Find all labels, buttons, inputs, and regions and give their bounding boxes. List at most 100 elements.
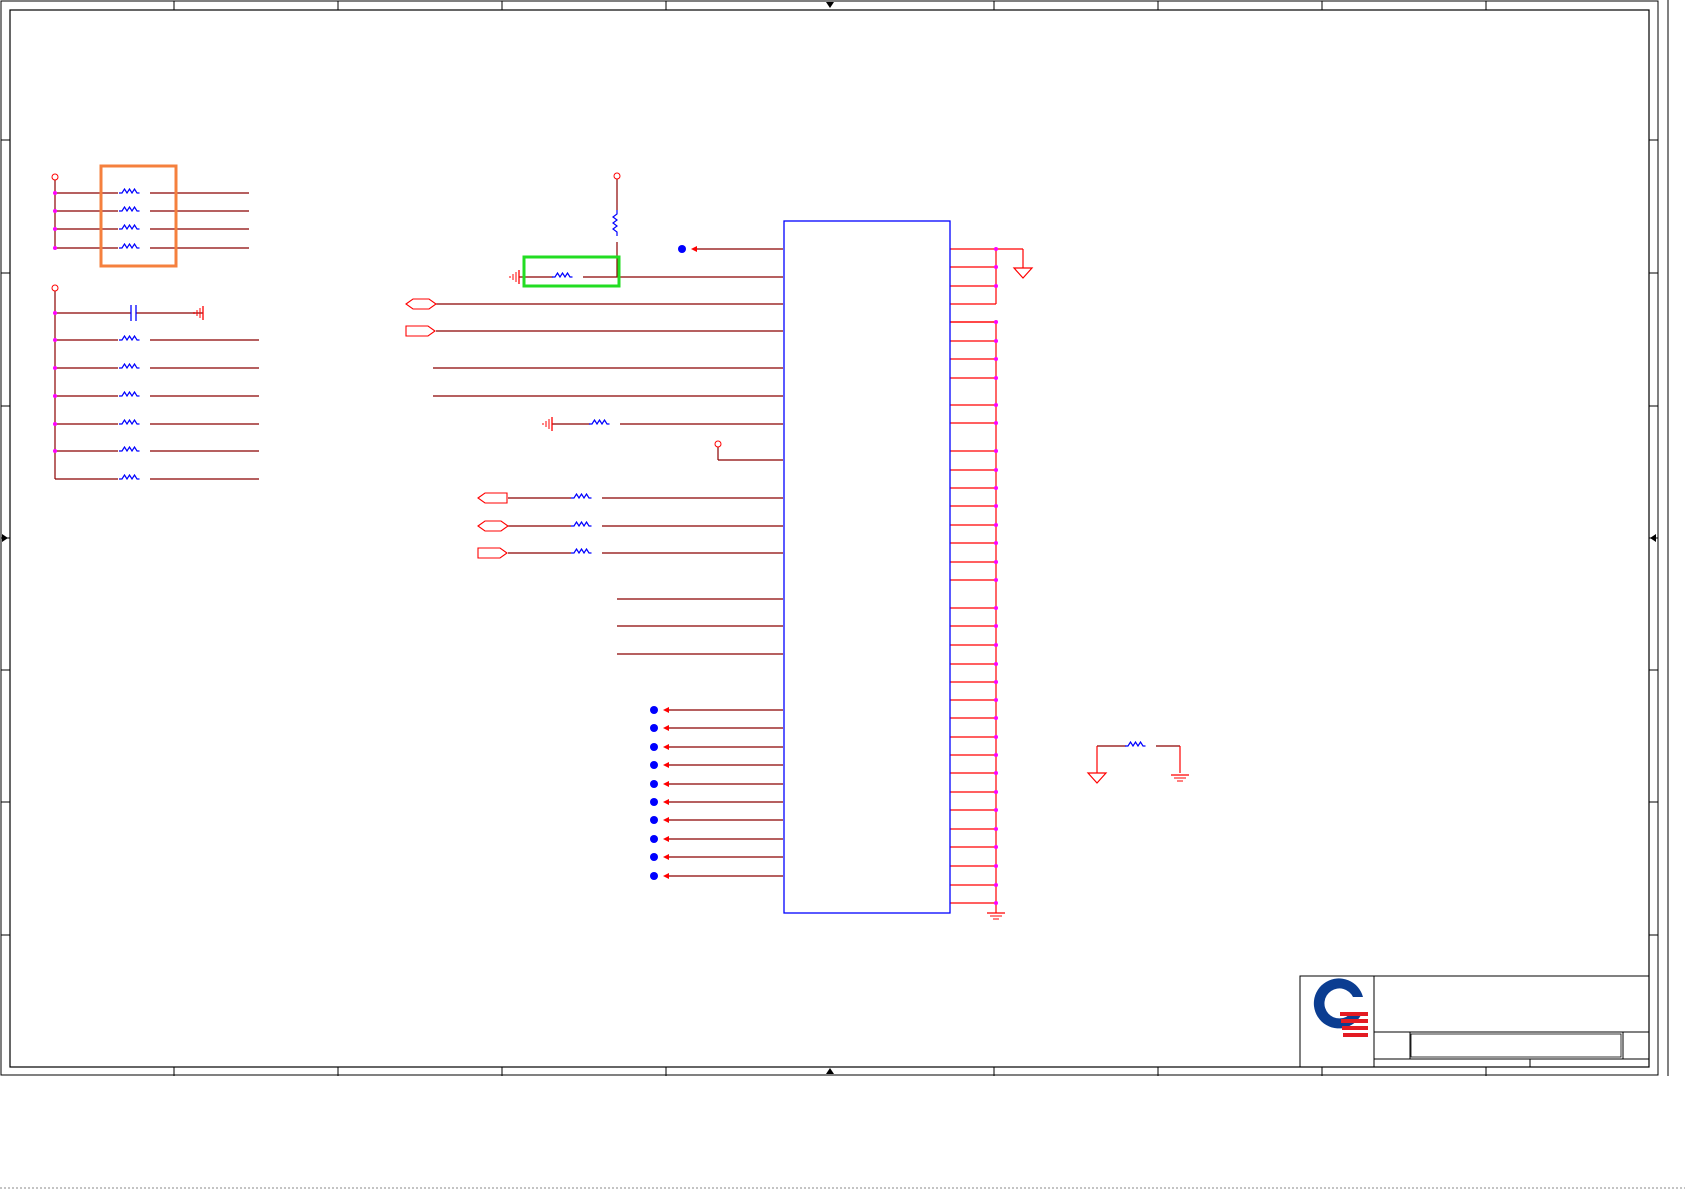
junction-dot (994, 698, 998, 702)
resistor (589, 418, 610, 426)
logo-stripe (1343, 1033, 1368, 1037)
power-flag-icon (714, 440, 722, 448)
junction-dot (994, 606, 998, 610)
junction-dot (994, 320, 998, 324)
junction-dot (994, 560, 998, 564)
junction-dot (994, 753, 998, 757)
test-point-icon (650, 706, 658, 714)
test-point-arrow (663, 781, 669, 787)
junction-dot (994, 449, 998, 453)
test-point-icon (650, 761, 658, 769)
center-arrow (1650, 534, 1656, 542)
test-point-icon (650, 798, 658, 806)
junction-dot (994, 523, 998, 527)
test-point-icon (650, 743, 658, 751)
power-flag-icon (51, 284, 59, 292)
logo-stripe (1342, 1026, 1368, 1030)
logo-stripe (1341, 1019, 1368, 1023)
offpage-connector-icon (405, 325, 436, 337)
junction-dot (994, 403, 998, 407)
power-flag-icon (613, 172, 621, 180)
junction-dot (994, 662, 998, 666)
junction-dot (994, 845, 998, 849)
wire-layer (54, 179, 1181, 913)
resistor (119, 390, 140, 398)
test-point-arrow (663, 836, 669, 842)
test-point-icon (650, 872, 658, 880)
test-point-icon (650, 835, 658, 843)
junction-dot (994, 771, 998, 775)
junction-dot (53, 449, 57, 453)
test-point-arrow (663, 707, 669, 713)
resistor (119, 223, 140, 231)
junction-dot (53, 246, 57, 250)
offpage-connector-icon (405, 298, 437, 310)
junction-dot (994, 486, 998, 490)
highlight-box-green[interactable] (522, 255, 621, 288)
junction-dot (994, 883, 998, 887)
test-point-arrow (663, 873, 669, 879)
junction-dot (994, 284, 998, 288)
junction-dot (994, 643, 998, 647)
center-arrow (826, 2, 834, 8)
junction-dot (994, 357, 998, 361)
logo-stripe (1340, 1012, 1368, 1016)
junction-dot (53, 209, 57, 213)
title-field (1410, 1033, 1622, 1058)
schematic-sheet (0, 0, 1685, 1189)
junction-dot (994, 247, 998, 251)
offpage-connector-icon (477, 520, 509, 532)
junction-dot (994, 421, 998, 425)
junction-dot (994, 541, 998, 545)
resistor (571, 492, 592, 500)
inner-border (9, 9, 1650, 1068)
junction-dot (994, 827, 998, 831)
offpage-connector-icon (477, 547, 508, 559)
resistor (612, 210, 618, 236)
resistor (119, 187, 140, 195)
junction-dot (53, 366, 57, 370)
test-point-icon (650, 724, 658, 732)
ground-icon (1086, 772, 1108, 784)
junction-dot (53, 394, 57, 398)
junction-dot (994, 504, 998, 508)
resistor (119, 205, 140, 213)
test-point-icon (678, 245, 686, 253)
junction-dot (994, 578, 998, 582)
resistor (552, 271, 573, 279)
power-flag-icon (51, 173, 59, 181)
test-point-arrow (663, 799, 669, 805)
test-point-icon (650, 853, 658, 861)
resistor (119, 362, 140, 370)
sheet-border (0, 0, 1685, 1189)
resistor (1125, 740, 1146, 748)
junction-dot (994, 901, 998, 905)
resistor (119, 334, 140, 342)
junction-dot (53, 191, 57, 195)
resistor (119, 242, 140, 250)
center-arrow (826, 1068, 834, 1074)
test-point-arrow (663, 744, 669, 750)
junction-dot (994, 624, 998, 628)
junction-dot (53, 338, 57, 342)
test-point-arrow (663, 725, 669, 731)
junction-dot (994, 735, 998, 739)
ic-body (783, 220, 951, 914)
offpage-connector-icon (477, 492, 508, 504)
resistor (571, 520, 592, 528)
junction-dot (994, 808, 998, 812)
center-arrow (2, 534, 8, 542)
junction-dot (994, 716, 998, 720)
resistor (119, 445, 140, 453)
ground-icon (1012, 267, 1034, 279)
resistor (571, 547, 592, 555)
company-logo-icon (1313, 978, 1368, 1037)
junction-dot (994, 265, 998, 269)
junction-dot (994, 468, 998, 472)
highlight-box-orange[interactable] (99, 164, 178, 268)
component-layer (119, 187, 1146, 914)
test-point-arrow (691, 246, 697, 252)
test-point-icon (650, 780, 658, 788)
resistor (119, 418, 140, 426)
test-point-arrow (663, 854, 669, 860)
